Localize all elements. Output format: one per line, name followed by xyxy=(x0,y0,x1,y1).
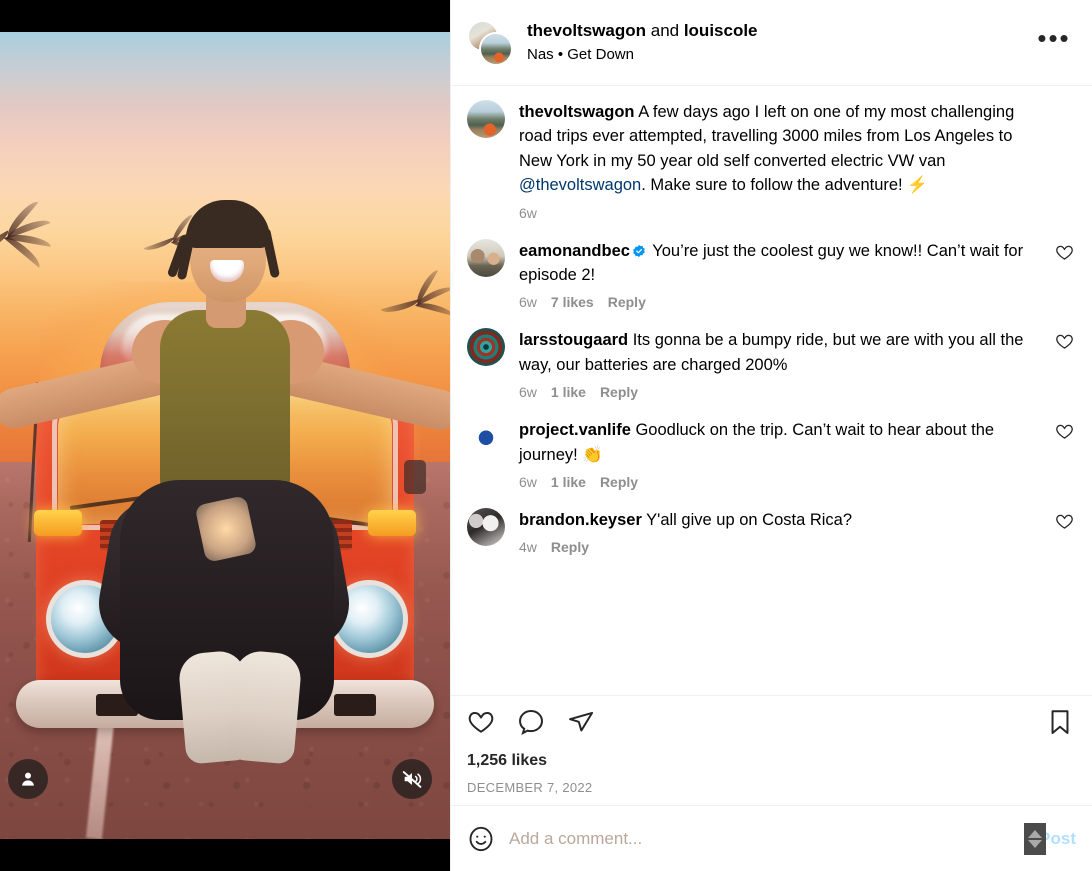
van-side-mirror xyxy=(404,460,426,494)
author-conjunction: and xyxy=(646,20,684,40)
post-video[interactable] xyxy=(0,32,450,839)
comment-body: project.vanlife Goodluck on the trip. Ca… xyxy=(519,418,1048,490)
van-blinker-right xyxy=(368,510,416,536)
caption-body: thevoltswagon A few days ago I left on o… xyxy=(519,100,1048,221)
van-blinker-left xyxy=(34,510,82,536)
person-tank-top xyxy=(160,310,290,500)
person-brow-right xyxy=(240,236,262,241)
comment-timestamp: 6w xyxy=(519,294,537,311)
caption-timestamp: 6w xyxy=(519,204,537,221)
comment-username[interactable]: eamonandbec xyxy=(519,242,630,260)
comment-likes[interactable]: 1 like xyxy=(551,474,586,490)
scroll-up-arrow-icon[interactable] xyxy=(1028,829,1042,838)
caption-like-spacer xyxy=(1048,100,1074,221)
comment-timestamp: 6w xyxy=(519,384,537,401)
action-icons-left xyxy=(467,708,595,736)
comment-message: Y'all give up on Costa Rica? xyxy=(641,511,853,530)
scroll-down-arrow-icon[interactable] xyxy=(1028,839,1042,848)
comment-username[interactable]: larsstougaard xyxy=(519,331,628,349)
heart-outline-icon[interactable] xyxy=(1048,418,1074,490)
bookmark-outline-icon[interactable] xyxy=(1046,708,1074,736)
post-media-column[interactable] xyxy=(0,0,450,871)
caption-text: thevoltswagon A few days ago I left on o… xyxy=(519,100,1042,198)
comments-list[interactable]: thevoltswagon A few days ago I left on o… xyxy=(451,86,1092,695)
comment-row: larsstougaard Its gonna be a bumpy ride,… xyxy=(467,328,1074,400)
caption-username[interactable]: thevoltswagon xyxy=(519,103,635,121)
comment-timestamp: 4w xyxy=(519,539,537,556)
author-username-primary[interactable]: thevoltswagon xyxy=(527,21,646,40)
comment-meta: 4w Reply xyxy=(519,539,1042,555)
emoji-smiley-icon[interactable] xyxy=(467,825,495,853)
comment-avatar[interactable] xyxy=(467,418,505,457)
post-author-names: thevoltswagon and louiscole xyxy=(527,20,1024,42)
likes-count[interactable]: 1,256 likes xyxy=(467,752,1074,770)
comment-text: larsstougaard Its gonna be a bumpy ride,… xyxy=(519,328,1042,377)
comment-composer: Post xyxy=(451,805,1092,871)
audio-track-label[interactable]: Nas • Get Down xyxy=(527,45,1024,65)
comment-username[interactable]: brandon.keyser xyxy=(519,511,642,529)
add-comment-input[interactable] xyxy=(509,828,1032,849)
comment-row: brandon.keyser Y'all give up on Costa Ri… xyxy=(467,508,1074,555)
comment-likes[interactable]: 7 likes xyxy=(551,294,594,310)
person-shoe-right xyxy=(227,649,303,765)
comment-avatar[interactable] xyxy=(467,328,505,367)
post-date: DECEMBER 7, 2022 xyxy=(467,780,593,795)
heart-outline-icon[interactable] xyxy=(1048,508,1074,555)
share-paper-plane-icon[interactable] xyxy=(567,708,595,736)
comment-reply-button[interactable]: Reply xyxy=(608,294,646,310)
post-header-text: thevoltswagon and louiscole Nas • Get Do… xyxy=(527,20,1024,65)
comment-reply-button[interactable]: Reply xyxy=(600,384,638,400)
comment-row: eamonandbec You’re just the coolest guy … xyxy=(467,238,1074,311)
more-options-icon[interactable]: ••• xyxy=(1034,25,1074,58)
caption-avatar[interactable] xyxy=(467,100,505,138)
comment-avatar[interactable] xyxy=(467,508,505,547)
author-username-secondary[interactable]: louiscole xyxy=(684,21,758,40)
heart-outline-icon[interactable] xyxy=(467,708,495,736)
comment-meta: 6w 1 like Reply xyxy=(519,474,1042,490)
post-photo xyxy=(0,32,450,839)
comment-reply-button[interactable]: Reply xyxy=(551,539,589,555)
comment-row: project.vanlife Goodluck on the trip. Ca… xyxy=(467,418,1074,490)
heart-outline-icon[interactable] xyxy=(1048,328,1074,400)
instagram-post-view: thevoltswagon and louiscole Nas • Get Do… xyxy=(0,0,1092,871)
comment-timestamp: 6w xyxy=(519,474,537,491)
post-action-bar xyxy=(467,708,1074,736)
caption-mention-link[interactable]: @thevoltswagon xyxy=(519,176,641,194)
sound-muted-icon[interactable] xyxy=(392,759,432,799)
caption-text-part2: . Make sure to follow the adventure! xyxy=(641,176,908,195)
comment-body: larsstougaard Its gonna be a bumpy ride,… xyxy=(519,328,1048,400)
comment-body: brandon.keyser Y'all give up on Costa Ri… xyxy=(519,508,1048,555)
comment-meta: 6w 1 like Reply xyxy=(519,384,1042,400)
avatar-primary[interactable] xyxy=(479,31,513,66)
comment-body: eamonandbec You’re just the coolest guy … xyxy=(519,239,1048,311)
comment-text: project.vanlife Goodluck on the trip. Ca… xyxy=(519,418,1042,467)
post-detail-panel: thevoltswagon and louiscole Nas • Get Do… xyxy=(450,0,1092,871)
avatar-stack[interactable] xyxy=(467,19,513,66)
comment-avatar[interactable] xyxy=(467,238,505,277)
caption-emoji: ⚡ xyxy=(907,176,928,195)
comment-meta: 6w 7 likes Reply xyxy=(519,294,1042,310)
comment-reply-button[interactable]: Reply xyxy=(600,474,638,490)
person-tag-icon[interactable] xyxy=(8,759,48,799)
bumper-bracket-right xyxy=(334,694,376,716)
comment-username[interactable]: project.vanlife xyxy=(519,421,631,439)
post-header: thevoltswagon and louiscole Nas • Get Do… xyxy=(451,0,1092,86)
comment-text: eamonandbec You’re just the coolest guy … xyxy=(519,239,1042,288)
heart-outline-icon[interactable] xyxy=(1048,239,1074,311)
comment-text: brandon.keyser Y'all give up on Costa Ri… xyxy=(519,508,1042,532)
comment-likes[interactable]: 1 like xyxy=(551,384,586,400)
post-actions-section: 1,256 likes DECEMBER 7, 2022 xyxy=(451,695,1092,805)
post-caption-row: thevoltswagon A few days ago I left on o… xyxy=(467,100,1074,221)
person-brow-left xyxy=(200,236,222,241)
verified-badge-icon xyxy=(632,241,646,257)
caption-meta: 6w xyxy=(519,205,1042,221)
comment-bubble-icon[interactable] xyxy=(517,708,545,736)
scroll-thumb-arrows[interactable] xyxy=(1024,822,1046,855)
